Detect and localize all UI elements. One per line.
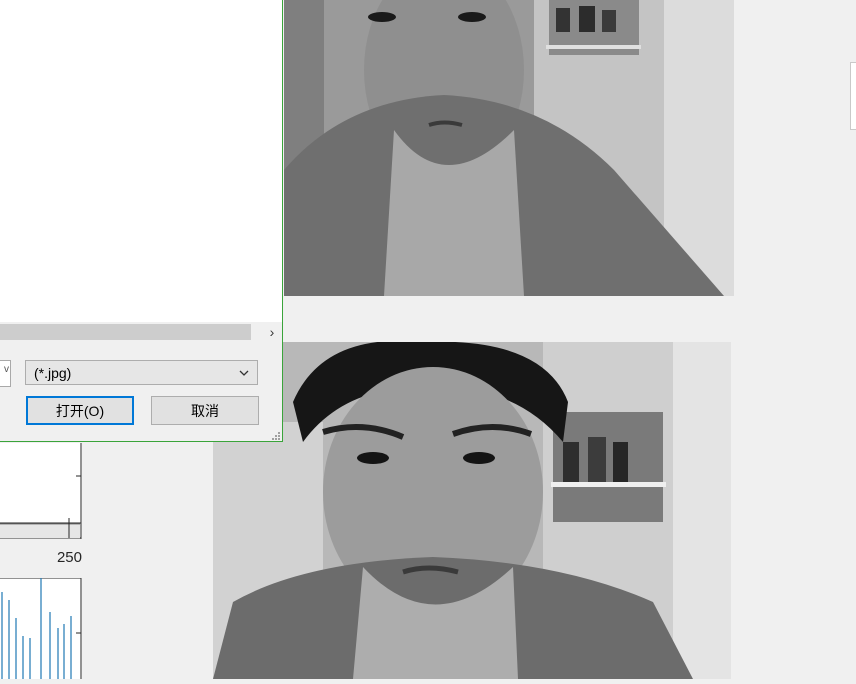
file-list-view[interactable] [0, 0, 282, 322]
resize-grip-icon[interactable] [271, 431, 280, 440]
file-type-select[interactable]: (*.jpg) [25, 360, 258, 385]
open-button-label: 打开(O) [55, 402, 105, 419]
chevron-right-icon[interactable]: › [263, 323, 281, 341]
x-axis-tick-label: 250 [56, 549, 82, 566]
histogram-plot-upper [0, 443, 82, 539]
cancel-button[interactable]: 取消 [151, 396, 259, 425]
file-type-value: (*.jpg) [34, 365, 72, 381]
histogram-plot-lower [0, 577, 82, 679]
filename-input[interactable]: v [0, 360, 11, 387]
open-button[interactable]: 打开(O) [26, 396, 134, 425]
horizontal-scrollbar[interactable]: › [0, 323, 282, 341]
chevron-down-icon [239, 370, 249, 376]
scrollbar-thumb[interactable] [0, 324, 251, 340]
webcam-image-top [284, 0, 734, 296]
vertical-scrollbar-fragment[interactable] [850, 62, 856, 130]
cancel-button-label: 取消 [191, 402, 219, 419]
webcam-image-bottom [213, 342, 731, 679]
chevron-down-icon[interactable]: v [4, 364, 9, 375]
file-open-dialog: › v (*.jpg) 打开(O) 取消 [0, 0, 283, 442]
